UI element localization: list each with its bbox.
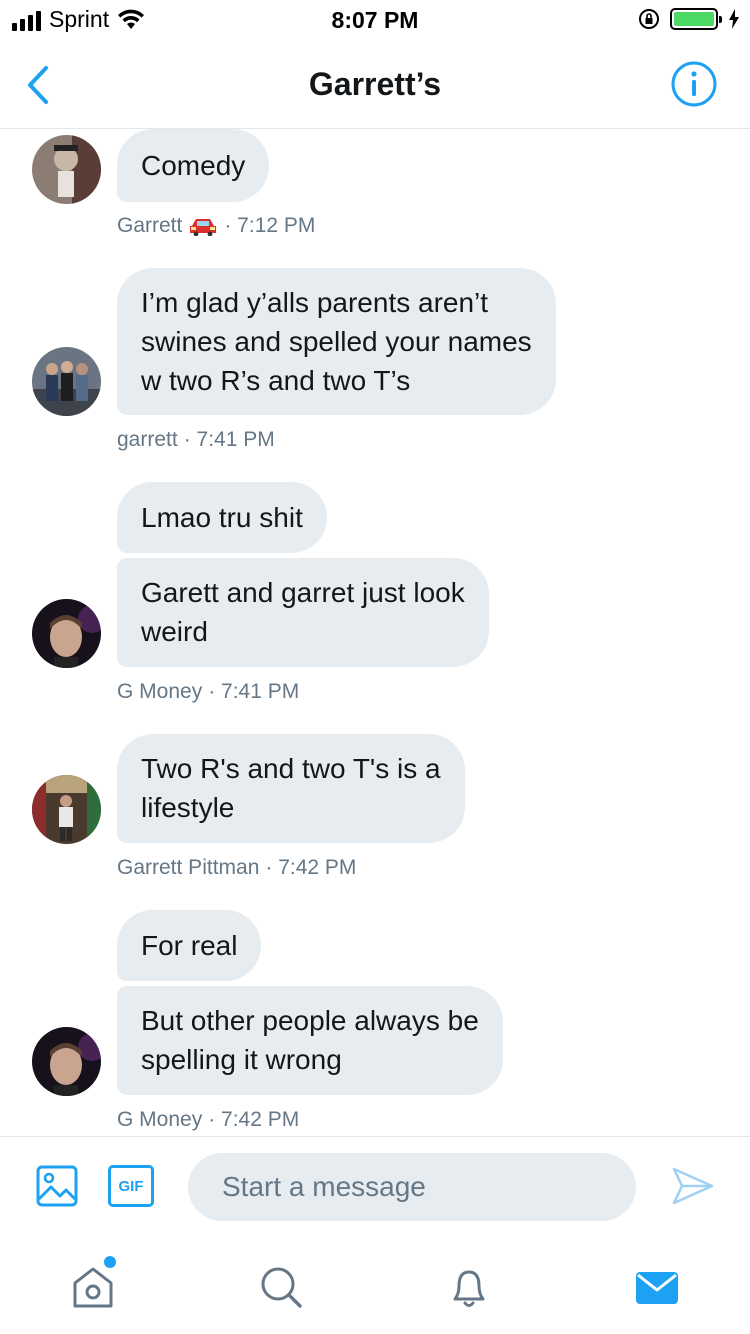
message-meta: G Money · 7:42 PM [117, 1108, 299, 1132]
message-bubble[interactable]: Comedy [117, 129, 270, 202]
gif-button[interactable]: GIF [108, 1165, 154, 1207]
message-input[interactable] [188, 1153, 636, 1221]
sender-name: Garrett [117, 214, 183, 237]
message-meta: G Money · 7:41 PM [117, 680, 299, 704]
message-text-line: weird [141, 616, 208, 647]
avatar-garrett-group[interactable] [32, 347, 101, 416]
message-bubble[interactable]: But other people always be spelling it w… [117, 986, 503, 1095]
message-text-line: w two R’s and two T’s [141, 365, 411, 396]
battery-icon [670, 8, 722, 30]
message-text-line: Two R's and two T's is a [141, 753, 441, 784]
mail-icon[interactable] [634, 1264, 680, 1310]
message-text-line: But other people always be [141, 1005, 479, 1036]
search-icon[interactable] [258, 1264, 304, 1310]
bell-icon[interactable] [446, 1264, 492, 1310]
message-bubble[interactable]: For real [117, 910, 262, 981]
info-icon[interactable] [670, 60, 718, 108]
message-meta: Garrett · 7:12 PM [117, 214, 315, 238]
avatar-g-money[interactable] [32, 1027, 101, 1096]
message-bubble[interactable]: Garett and garret just look weird [117, 558, 489, 667]
message-time: · 7:42 PM [208, 1108, 300, 1131]
message-time: · 7:12 PM [224, 214, 316, 237]
nav-bar: Garrett’s [0, 40, 750, 129]
message-text-line: I’m glad y’alls parents aren’t [141, 287, 489, 318]
car-emoji-icon [190, 219, 217, 236]
message-text: Lmao tru shit [141, 502, 303, 533]
avatar-g-money[interactable] [32, 599, 101, 668]
tab-bar [0, 1236, 750, 1334]
message-composer: GIF [0, 1136, 750, 1236]
sender-name: Garrett Pittman [117, 856, 260, 879]
message-meta: Garrett Pittman · 7:42 PM [117, 856, 356, 880]
sender-name: garrett [117, 428, 178, 451]
message-text-line: lifestyle [141, 792, 235, 823]
message-time: · 7:41 PM [183, 428, 275, 451]
message-bubble[interactable]: Two R's and two T's is a lifestyle [117, 734, 465, 843]
home-icon[interactable] [70, 1264, 116, 1310]
message-text-line: Garett and garret just look [141, 577, 465, 608]
charging-icon [729, 9, 739, 29]
message-text-line: spelling it wrong [141, 1044, 342, 1075]
sender-name: G Money [117, 1108, 203, 1131]
avatar-garrett[interactable] [32, 135, 101, 204]
sender-name: G Money [117, 680, 203, 703]
conversation-title: Garrett’s [308, 66, 442, 102]
message-text-line: swines and spelled your names [141, 326, 532, 357]
image-icon[interactable] [36, 1165, 78, 1207]
battery-fill [674, 12, 714, 26]
message-text: Comedy [141, 150, 246, 181]
message-meta: garrett · 7:41 PM [117, 428, 275, 452]
message-time: · 7:41 PM [208, 680, 300, 703]
status-right [638, 8, 740, 30]
message-bubble[interactable]: Lmao tru shit [117, 482, 327, 553]
home-notification-dot [104, 1256, 116, 1268]
orientation-lock-icon [639, 9, 659, 29]
message-time: · 7:42 PM [265, 856, 357, 879]
send-icon[interactable] [672, 1167, 714, 1205]
avatar-garrett-pittman[interactable] [32, 775, 101, 844]
message-bubble[interactable]: I’m glad y’alls parents aren’t swines an… [117, 268, 556, 415]
status-bar: Sprint 8:07 PM [0, 0, 750, 40]
message-text: For real [141, 930, 238, 961]
conversation-thread[interactable]: Comedy Garrett · 7:12 PM I’m glad y’alls… [0, 129, 750, 1136]
